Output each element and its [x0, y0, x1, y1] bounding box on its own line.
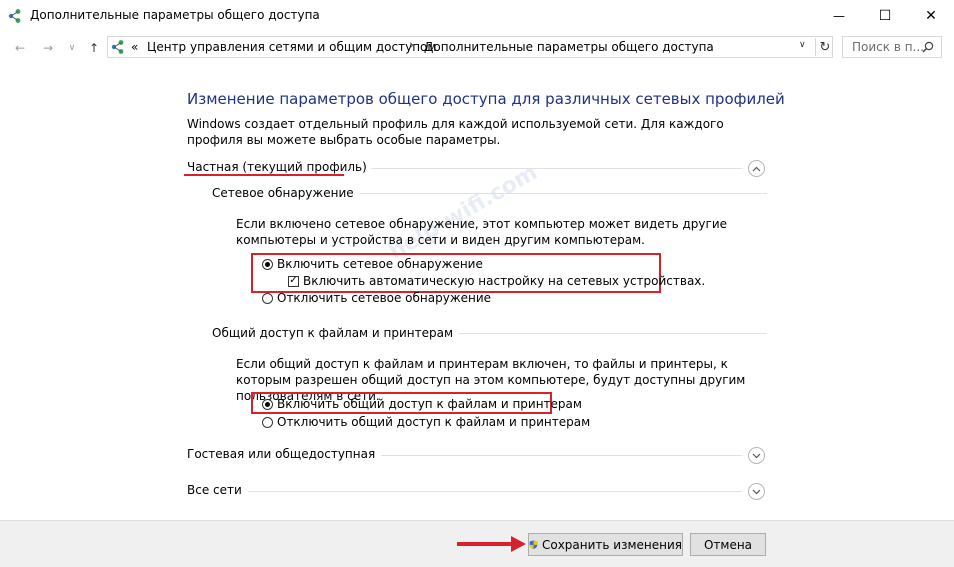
maximize-button[interactable]: ☐ — [862, 0, 908, 32]
collapse-button[interactable] — [748, 160, 765, 177]
radio-network-discovery-on[interactable]: Включить сетевое обнаружение — [262, 257, 483, 271]
network-discovery-text: Если включено сетевое обнаружение, этот … — [236, 217, 728, 247]
chevron-up-icon — [752, 166, 761, 171]
window-title: Дополнительные параметры общего доступа — [30, 8, 320, 22]
back-button[interactable]: ← — [10, 38, 30, 58]
page-title: Изменение параметров общего доступа для … — [187, 90, 785, 108]
forward-button[interactable]: → — [38, 38, 58, 58]
profile-all-title[interactable]: Все сети — [187, 483, 248, 497]
breadcrumb-separator[interactable]: › — [409, 38, 414, 53]
radio-label: Отключить общий доступ к файлам и принте… — [277, 415, 591, 429]
file-sharing-title: Общий доступ к файлам и принтерам — [212, 326, 460, 340]
minimize-button[interactable]: — — [816, 0, 862, 32]
red-underline — [184, 174, 344, 176]
radio-selected-icon — [262, 258, 273, 270]
radio-file-sharing-on[interactable]: Включить общий доступ к файлам и принтер… — [262, 397, 582, 411]
radio-unselected-icon — [262, 416, 273, 428]
breadcrumb-network-center[interactable]: Центр управления сетями и общим доступом — [147, 40, 436, 54]
maximize-icon: ☐ — [878, 8, 892, 24]
chevron-down-icon — [752, 453, 761, 458]
close-icon: ✕ — [925, 8, 937, 24]
address-dropdown-button[interactable]: ∨ — [799, 40, 806, 50]
arrow-left-icon: ← — [14, 41, 26, 55]
save-button[interactable]: Сохранить изменения — [528, 533, 683, 556]
arrow-right-icon: → — [42, 41, 54, 55]
save-button-label: Сохранить изменения — [541, 537, 682, 552]
up-button[interactable]: ↑ — [84, 38, 104, 58]
breadcrumb-advanced-sharing[interactable]: Дополнительные параметры общего доступа — [424, 40, 714, 54]
expand-button[interactable] — [748, 447, 765, 464]
radio-label: Отключить сетевое обнаружение — [277, 291, 492, 305]
network-icon — [111, 40, 124, 54]
shield-icon — [529, 540, 538, 549]
checkbox-label: Включить автоматическую настройку на сет… — [303, 274, 706, 288]
profile-private-title[interactable]: Частная (текущий профиль) — [187, 160, 371, 174]
checkbox-auto-setup[interactable]: ✓ Включить автоматическую настройку на се… — [288, 274, 705, 288]
cancel-button[interactable]: Отмена — [690, 533, 766, 556]
minimize-icon: — — [833, 9, 845, 23]
recent-locations-button[interactable]: ∨ — [62, 38, 82, 58]
profile-guest-title[interactable]: Гостевая или общедоступная — [187, 447, 382, 461]
refresh-button[interactable]: ↻ — [815, 38, 834, 56]
network-icon — [8, 9, 21, 23]
expand-button[interactable] — [748, 483, 765, 500]
address-prefix[interactable]: « — [131, 40, 138, 54]
close-button[interactable]: ✕ — [908, 0, 954, 32]
watermark: help-wifi.com — [384, 160, 542, 265]
search-placeholder: Поиск в п... — [852, 40, 924, 54]
chevron-down-icon: ∨ — [799, 40, 806, 50]
chevron-down-icon: ∨ — [68, 43, 76, 53]
search-icon[interactable] — [922, 41, 934, 53]
radio-file-sharing-off[interactable]: Отключить общий доступ к файлам и принте… — [262, 415, 590, 429]
checkmark-icon: ✓ — [288, 275, 299, 287]
chevron-down-icon — [752, 489, 761, 494]
divider — [187, 491, 742, 492]
radio-network-discovery-off[interactable]: Отключить сетевое обнаружение — [262, 291, 491, 305]
arrow-up-icon: ↑ — [88, 41, 100, 55]
network-discovery-title: Сетевое обнаружение — [212, 186, 360, 200]
radio-label: Включить общий доступ к файлам и принтер… — [277, 397, 582, 411]
radio-unselected-icon — [262, 292, 273, 304]
radio-selected-icon — [262, 398, 273, 410]
refresh-icon: ↻ — [819, 39, 831, 55]
page-description: Windows создает отдельный профиль для ка… — [187, 117, 724, 147]
red-arrow-icon — [457, 536, 526, 552]
cancel-button-label: Отмена — [703, 537, 753, 552]
radio-label: Включить сетевое обнаружение — [277, 257, 483, 271]
